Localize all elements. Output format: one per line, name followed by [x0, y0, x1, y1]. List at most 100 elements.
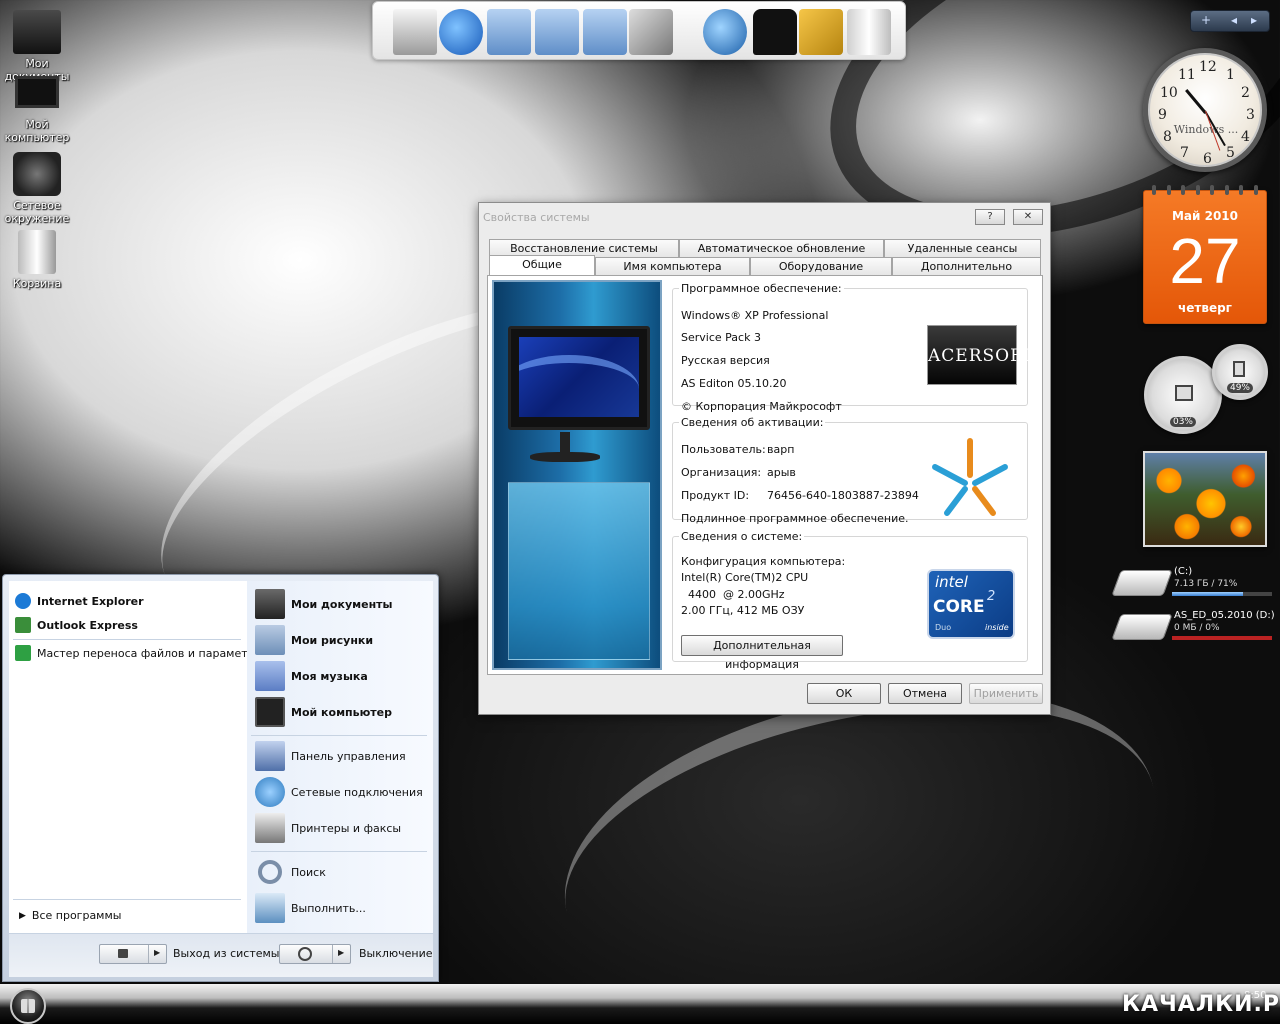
desktop-icon-label: Корзина — [12, 277, 62, 290]
dialog-title: Свойства системы — [483, 211, 590, 224]
pinned-internet-explorer[interactable]: Internet Explorer — [15, 593, 144, 609]
music-folder-icon[interactable] — [535, 9, 579, 55]
clock-numeral: 7 — [1180, 145, 1189, 161]
divider — [251, 851, 427, 852]
intel-core2-logo: intel CORE 2 Duo inside — [927, 569, 1015, 639]
product-id-label: Продукт ID: — [681, 489, 750, 502]
cpu-meter-gadget[interactable]: 03% — [1144, 356, 1222, 434]
cpu-value: 03% — [1169, 417, 1196, 427]
divider — [13, 639, 241, 640]
globe-icon[interactable] — [703, 9, 747, 55]
logoff-label[interactable]: Выход из системы — [173, 947, 279, 960]
desktop-icon-my-computer[interactable]: Мой компьютер — [4, 76, 70, 144]
shutdown-label[interactable]: Выключение — [359, 947, 433, 960]
transfer-wizard-icon — [15, 645, 31, 661]
drive-c-gadget[interactable]: (C:) 7.13 ГБ / 71% — [1111, 566, 1276, 604]
cancel-button[interactable]: Отмена — [888, 683, 962, 704]
tab-advanced[interactable]: Дополнительно — [892, 257, 1041, 275]
arrow-right-icon: ▶ — [19, 910, 26, 921]
calendar-gadget[interactable]: Май 2010 27 четверг — [1143, 185, 1267, 324]
user-value: варп — [767, 443, 795, 456]
recycle-bin-icon — [18, 230, 56, 274]
ie-icon — [15, 593, 31, 609]
clock-numeral: 6 — [1203, 151, 1212, 167]
menu-my-documents[interactable]: Мои документы — [255, 589, 393, 619]
menu-my-pictures[interactable]: Мои рисунки — [255, 625, 373, 655]
start-button[interactable] — [10, 988, 46, 1024]
windows-logo-icon — [21, 999, 35, 1013]
desktop-icon-recycle-bin[interactable]: Корзина — [4, 230, 70, 290]
user-label: Пользователь: — [681, 443, 766, 456]
genuine-text: Подлинное программное обеспечение. — [681, 512, 909, 525]
software-legend: Программное обеспечение: — [681, 282, 842, 295]
desktop-icon-network[interactable]: Сетевое окружение — [4, 152, 70, 225]
pictures-folder-icon[interactable] — [583, 9, 627, 55]
org-value: арыв — [767, 466, 796, 479]
apply-button[interactable]: Применить — [969, 683, 1043, 704]
hammer-icon[interactable] — [799, 9, 843, 55]
menu-run[interactable]: Выполнить... — [255, 893, 366, 923]
tshirt-icon[interactable] — [753, 9, 797, 55]
arrow-right-icon: ▶ — [154, 948, 161, 957]
desktop-icon-label: Сетевое окружение — [4, 199, 70, 225]
drive-name: (C:) — [1174, 566, 1193, 577]
shutdown-button[interactable]: ▶ — [279, 944, 351, 964]
system-info-legend: Сведения о системе: — [681, 530, 803, 543]
more-info-button[interactable]: Дополнительная информация — [681, 635, 843, 671]
drive-usage-bar — [1172, 592, 1272, 596]
power-icon — [298, 947, 312, 961]
product-id-value: 76456-640-1803887-23894 — [767, 489, 919, 502]
menu-my-computer[interactable]: Мой компьютер — [255, 697, 392, 727]
next-button[interactable]: ▸ — [1251, 13, 1257, 27]
desktop-icon-label: Мой компьютер — [4, 118, 70, 144]
slideshow-gadget[interactable] — [1143, 451, 1267, 547]
clock-gadget[interactable]: 12 1 2 3 4 5 6 7 8 9 10 11 Windows ... — [1143, 48, 1267, 172]
logoff-button[interactable]: ▶ — [99, 944, 167, 964]
tab-auto-update[interactable]: Автоматическое обновление — [679, 239, 884, 257]
tab-hardware[interactable]: Оборудование — [750, 257, 892, 275]
all-programs-button[interactable]: ▶ Все программы — [19, 909, 121, 922]
memory-meter-gadget[interactable]: 49% — [1212, 344, 1268, 400]
menu-printers[interactable]: Принтеры и факсы — [255, 813, 401, 843]
memory-chip-icon — [1233, 361, 1245, 377]
arrow-right-icon: ▶ — [338, 948, 345, 957]
activation-legend: Сведения об активации: — [681, 416, 824, 429]
top-dock — [372, 1, 906, 60]
activation-star-icon — [932, 438, 1008, 516]
org-label: Организация: — [681, 466, 762, 479]
close-button[interactable]: ✕ — [1013, 209, 1043, 225]
recent-transfer-wizard[interactable]: Мастер переноса файлов и параметров — [15, 645, 268, 661]
tab-remote[interactable]: Удаленные сеансы — [884, 239, 1041, 257]
tools-icon[interactable] — [629, 9, 673, 55]
pinned-outlook-express[interactable]: Outlook Express — [15, 617, 138, 633]
tab-computer-name[interactable]: Имя компьютера — [595, 257, 750, 275]
menu-my-music[interactable]: Моя музыка — [255, 661, 368, 691]
prev-button[interactable]: ◂ — [1231, 13, 1237, 27]
tab-general[interactable]: Общие — [489, 255, 595, 275]
internet-icon[interactable] — [439, 9, 483, 55]
computer-icon[interactable] — [393, 9, 437, 55]
clock-numeral: 9 — [1158, 107, 1167, 123]
divider — [251, 735, 427, 736]
add-gadget-button[interactable]: + — [1201, 13, 1211, 27]
clock-numeral: 10 — [1160, 85, 1178, 101]
menu-network-connections[interactable]: Сетевые подключения — [255, 777, 423, 807]
lock-icon — [118, 949, 128, 958]
menu-search[interactable]: Поиск — [255, 857, 326, 887]
sidebar-controls: + ◂ ▸ — [1190, 10, 1270, 32]
software-line: © Корпорация Майкрософт — [681, 400, 842, 413]
folder-icon[interactable] — [487, 9, 531, 55]
desktop-icon-my-documents[interactable]: Мои документы — [4, 10, 70, 83]
system-info-line: 2.00 ГГц, 412 МБ ОЗУ — [681, 604, 805, 617]
drive-info: 7.13 ГБ / 71% — [1174, 579, 1238, 589]
recycle-bin-icon[interactable] — [847, 9, 891, 55]
acersoft-logo: ACERSOFT — [927, 325, 1034, 385]
ok-button[interactable]: ОК — [807, 683, 881, 704]
menu-control-panel[interactable]: Панель управления — [255, 741, 406, 771]
clock-numeral: 3 — [1246, 107, 1255, 123]
drive-d-gadget[interactable]: AS_ED_05.2010 (D:) 0 МБ / 0% — [1111, 610, 1276, 648]
monitor-image — [508, 326, 650, 430]
help-button[interactable]: ? — [975, 209, 1005, 225]
start-menu-right-pane: Мои документы Мои рисунки Моя музыка Мой… — [247, 581, 433, 933]
drive-usage-bar — [1172, 636, 1272, 640]
